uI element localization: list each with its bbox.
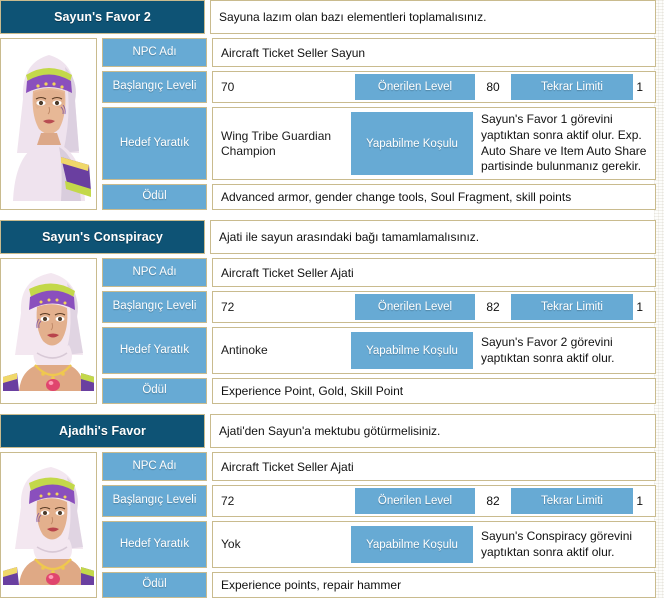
label-recommended-level: Önerilen Level (355, 74, 475, 100)
label-start-level: Başlangıç Leveli (102, 291, 207, 323)
npc-portrait-cell (0, 258, 97, 404)
ajati-portrait-icon (3, 261, 94, 391)
value-repeat-limit: 1 (636, 494, 643, 508)
value-target-mob: Yok (221, 537, 241, 551)
row-npc: NPC Adı Aircraft Ticket Seller Ajati (102, 258, 656, 287)
quest-list: Sayun's Favor 2 Sayuna lazım olan bazı e… (0, 0, 658, 598)
quest-description: Ajati ile sayun arasındaki bağı tamamlam… (210, 220, 656, 254)
label-repeat-limit: Tekrar Limiti (511, 74, 633, 100)
quest-description: Ajati'den Sayun'a mektubu götürmelisiniz… (210, 414, 656, 448)
value-npc: Aircraft Ticket Seller Ajati (212, 452, 656, 481)
ajati-portrait-icon (3, 455, 94, 585)
quest-title: Ajadhi's Favor (0, 414, 205, 448)
quest-fields: NPC Adı Aircraft Ticket Seller Ajati Baş… (102, 258, 656, 404)
sayun-portrait-icon (3, 41, 94, 201)
quest-header: Sayun's Favor 2 Sayuna lazım olan bazı e… (0, 0, 656, 34)
sayun-portrait (3, 41, 94, 207)
quest-block: Sayun's Favor 2 Sayuna lazım olan bazı e… (0, 0, 656, 210)
value-reward: Experience points, repair hammer (212, 572, 656, 598)
label-target-mob: Hedef Yaratık (102, 327, 207, 374)
quest-fields: NPC Adı Aircraft Ticket Seller Ajati Baş… (102, 452, 656, 598)
label-npc: NPC Adı (102, 258, 207, 287)
value-target-mob: Antinoke (221, 343, 268, 357)
target-values: Yok Yapabilme Koşulu Sayun's Conspiracy … (212, 521, 656, 568)
quest-header: Sayun's Conspiracy Ajati ile sayun arası… (0, 220, 656, 254)
quest-block: Sayun's Conspiracy Ajati ile sayun arası… (0, 220, 656, 404)
value-repeat-limit: 1 (636, 80, 643, 94)
value-recommended-level: 82 (486, 300, 500, 314)
label-condition: Yapabilme Koşulu (351, 332, 473, 369)
value-start-level: 72 (221, 300, 235, 314)
row-level: Başlangıç Leveli 70 Önerilen Level 80 Te… (102, 71, 656, 103)
label-condition: Yapabilme Koşulu (351, 526, 473, 563)
label-repeat-limit: Tekrar Limiti (511, 488, 633, 514)
row-reward: Ödül Experience points, repair hammer (102, 572, 656, 598)
label-recommended-level: Önerilen Level (355, 488, 475, 514)
value-condition: Sayun's Favor 1 görevini yaptıktan sonra… (481, 112, 647, 174)
value-start-level: 70 (221, 80, 235, 94)
label-start-level: Başlangıç Leveli (102, 71, 207, 103)
label-recommended-level: Önerilen Level (355, 294, 475, 320)
label-reward: Ödül (102, 184, 207, 210)
target-values: Wing Tribe Guardian Champion Yapabilme K… (212, 107, 656, 180)
quest-header: Ajadhi's Favor Ajati'den Sayun'a mektubu… (0, 414, 656, 448)
level-values: 72 Önerilen Level 82 Tekrar Limiti 1 (212, 485, 656, 517)
value-npc: Aircraft Ticket Seller Ajati (212, 258, 656, 287)
quest-block: Ajadhi's Favor Ajati'den Sayun'a mektubu… (0, 414, 656, 598)
value-start-level: 72 (221, 494, 235, 508)
value-reward: Experience Point, Gold, Skill Point (212, 378, 656, 404)
quest-body: NPC Adı Aircraft Ticket Seller Ajati Baş… (0, 452, 656, 598)
value-recommended-level: 80 (486, 80, 500, 94)
label-reward: Ödül (102, 378, 207, 404)
quest-title: Sayun's Conspiracy (0, 220, 205, 254)
value-npc: Aircraft Ticket Seller Sayun (212, 38, 656, 67)
quest-description: Sayuna lazım olan bazı elementleri topla… (210, 0, 656, 34)
label-condition: Yapabilme Koşulu (351, 112, 473, 175)
row-reward: Ödül Advanced armor, gender change tools… (102, 184, 656, 210)
label-repeat-limit: Tekrar Limiti (511, 294, 633, 320)
label-npc: NPC Adı (102, 452, 207, 481)
label-npc: NPC Adı (102, 38, 207, 67)
row-level: Başlangıç Leveli 72 Önerilen Level 82 Te… (102, 291, 656, 323)
value-target-mob: Wing Tribe Guardian Champion (221, 128, 332, 158)
quest-title: Sayun's Favor 2 (0, 0, 205, 34)
target-values: Antinoke Yapabilme Koşulu Sayun's Favor … (212, 327, 656, 374)
label-target-mob: Hedef Yaratık (102, 521, 207, 568)
value-reward: Advanced armor, gender change tools, Sou… (212, 184, 656, 210)
value-condition: Sayun's Conspiracy görevini yaptıktan so… (481, 528, 633, 559)
npc-portrait-cell (0, 452, 97, 598)
value-repeat-limit: 1 (636, 300, 643, 314)
level-values: 72 Önerilen Level 82 Tekrar Limiti 1 (212, 291, 656, 323)
npc-portrait-cell (0, 38, 97, 210)
ajati-portrait (3, 455, 94, 595)
label-start-level: Başlangıç Leveli (102, 485, 207, 517)
label-reward: Ödül (102, 572, 207, 598)
value-recommended-level: 82 (486, 494, 500, 508)
quest-body: NPC Adı Aircraft Ticket Seller Ajati Baş… (0, 258, 656, 404)
quest-fields: NPC Adı Aircraft Ticket Seller Sayun Baş… (102, 38, 656, 210)
ajati-portrait (3, 261, 94, 401)
row-reward: Ödül Experience Point, Gold, Skill Point (102, 378, 656, 404)
row-npc: NPC Adı Aircraft Ticket Seller Sayun (102, 38, 656, 67)
value-condition: Sayun's Favor 2 görevini yaptıktan sonra… (481, 334, 615, 365)
row-level: Başlangıç Leveli 72 Önerilen Level 82 Te… (102, 485, 656, 517)
quest-body: NPC Adı Aircraft Ticket Seller Sayun Baş… (0, 38, 656, 210)
row-npc: NPC Adı Aircraft Ticket Seller Ajati (102, 452, 656, 481)
level-values: 70 Önerilen Level 80 Tekrar Limiti 1 (212, 71, 656, 103)
row-target: Hedef Yaratık Wing Tribe Guardian Champi… (102, 107, 656, 180)
row-target: Hedef Yaratık Yok Yapabilme Koşulu Sayun… (102, 521, 656, 568)
row-target: Hedef Yaratık Antinoke Yapabilme Koşulu … (102, 327, 656, 374)
label-target-mob: Hedef Yaratık (102, 107, 207, 180)
